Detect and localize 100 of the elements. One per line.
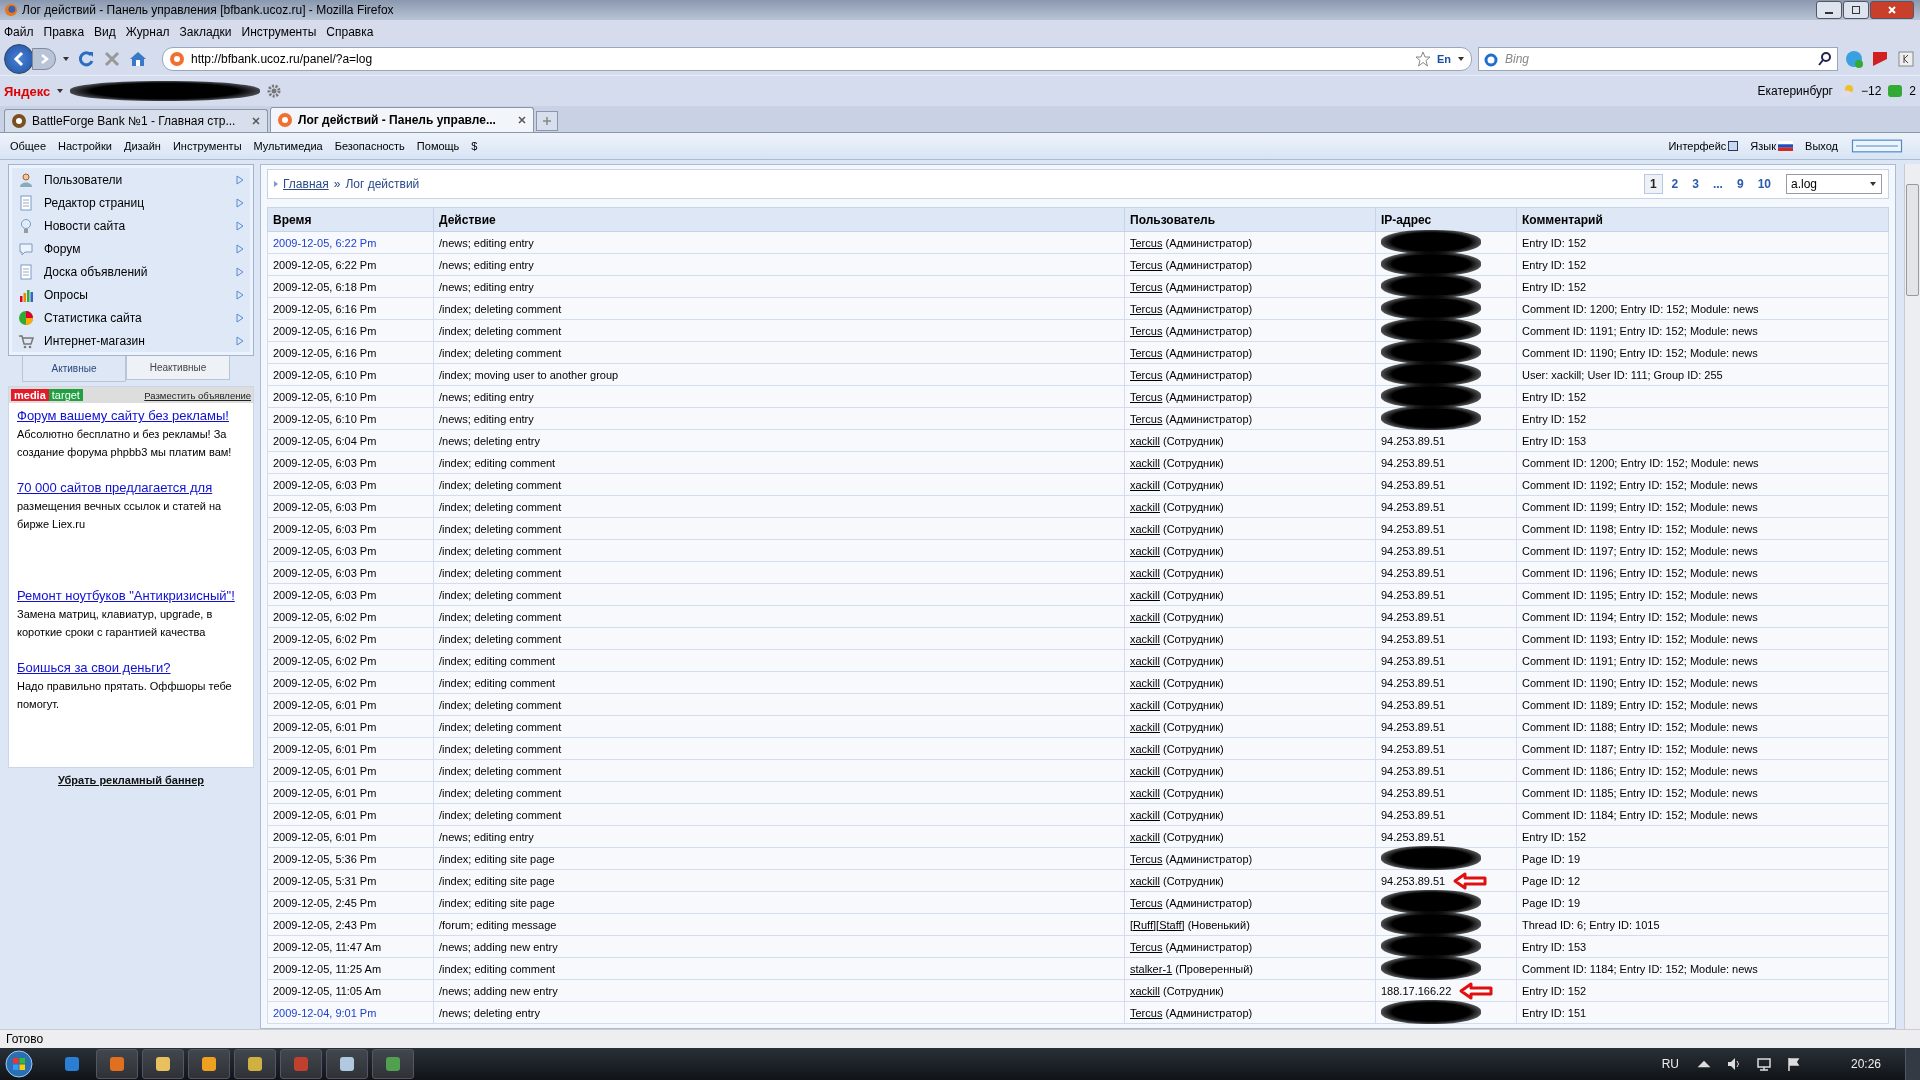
user-link[interactable]: xackill xyxy=(1130,566,1160,579)
user-link[interactable]: xackill xyxy=(1130,456,1160,469)
sidebar-item[interactable]: Интернет-магазин xyxy=(12,329,250,352)
user-link[interactable]: Tercus xyxy=(1130,896,1163,909)
user-link[interactable]: xackill xyxy=(1130,544,1160,557)
sort-dropdown[interactable]: a.log xyxy=(1786,174,1882,194)
sidebar-item[interactable]: Пользователи xyxy=(12,168,250,191)
flag-icon[interactable] xyxy=(1778,141,1794,151)
remove-banner-link[interactable]: Убрать рекламный баннер xyxy=(58,774,204,786)
user-link[interactable]: [Ruff][Staff] xyxy=(1130,918,1185,931)
admin-menu-item[interactable]: $ xyxy=(471,140,478,152)
user-link[interactable]: Tercus xyxy=(1130,280,1163,293)
user-link[interactable]: xackill xyxy=(1130,632,1160,645)
menu-item[interactable]: Журнал xyxy=(125,24,170,39)
reload-icon[interactable] xyxy=(76,49,96,69)
admin-menu-item[interactable]: Дизайн xyxy=(123,140,161,152)
address-field[interactable]: http://bfbank.ucoz.ru/panel/?a=log En xyxy=(162,47,1472,71)
square-icon[interactable] xyxy=(1728,141,1739,151)
close-icon[interactable] xyxy=(251,116,261,126)
admin-menu-item[interactable]: Настройки xyxy=(58,140,112,152)
user-link[interactable]: xackill xyxy=(1130,434,1160,447)
user-link[interactable]: xackill xyxy=(1130,742,1160,755)
user-link[interactable]: xackill xyxy=(1130,588,1160,601)
language-link[interactable]: Язык xyxy=(1750,140,1777,152)
network-icon[interactable] xyxy=(1755,1056,1772,1072)
sidebar-item[interactable]: Редактор страниц xyxy=(12,191,250,214)
page-link[interactable]: 3 xyxy=(1687,175,1704,193)
user-link[interactable]: xackill xyxy=(1130,698,1160,711)
page-link[interactable]: ... xyxy=(1707,175,1728,193)
browser-tab[interactable]: Лог действий - Панель управле... xyxy=(270,107,534,132)
menu-item[interactable]: Правка xyxy=(43,24,85,39)
admin-menu-item[interactable]: Инструменты xyxy=(172,140,242,152)
admin-menu-item[interactable]: Помощь xyxy=(416,140,460,152)
user-link[interactable]: xackill xyxy=(1130,808,1160,821)
sidebar-item[interactable]: Форум xyxy=(12,237,250,260)
city-label[interactable]: Екатеринбург xyxy=(1757,84,1833,98)
language-indicator[interactable]: En xyxy=(1436,53,1451,65)
ad-title-link[interactable]: Форум вашему сайту без рекламы! xyxy=(17,409,245,422)
minimize-button[interactable] xyxy=(1816,1,1842,19)
user-link[interactable]: xackill xyxy=(1130,610,1160,623)
user-link[interactable]: Tercus xyxy=(1130,852,1163,865)
admin-menu-item[interactable]: Общее xyxy=(10,140,47,152)
dropdown-caret-icon[interactable] xyxy=(62,55,70,63)
user-link[interactable]: Tercus xyxy=(1130,940,1163,953)
breadcrumb-link[interactable]: Главная xyxy=(283,177,329,191)
back-button[interactable] xyxy=(4,44,34,74)
flag-icon[interactable] xyxy=(1785,1056,1802,1072)
user-link[interactable]: Tercus xyxy=(1130,236,1163,249)
gear-icon[interactable] xyxy=(266,83,283,99)
start-button[interactable] xyxy=(4,1049,34,1079)
logout-link[interactable]: Выход xyxy=(1805,140,1838,152)
menu-item[interactable]: Файл xyxy=(4,24,34,39)
dropdown-caret-icon[interactable] xyxy=(56,87,65,95)
menu-item[interactable]: Инструменты xyxy=(241,24,317,39)
place-ad-link[interactable]: Разместить объявление xyxy=(144,389,251,401)
sidebar-item[interactable]: Доска объявлений xyxy=(12,260,250,283)
user-link[interactable]: Tercus xyxy=(1130,346,1163,359)
page-link[interactable]: 9 xyxy=(1731,175,1749,193)
maximize-button[interactable] xyxy=(1843,1,1869,19)
user-link[interactable]: xackill xyxy=(1130,720,1160,733)
user-link[interactable]: Tercus xyxy=(1130,324,1163,337)
close-icon[interactable] xyxy=(517,115,527,125)
page-link[interactable]: 10 xyxy=(1752,175,1776,193)
layout-width-icon[interactable] xyxy=(1850,139,1904,153)
admin-menu-item[interactable]: Безопасность xyxy=(334,140,405,152)
language-indicator[interactable]: RU xyxy=(1661,1057,1679,1071)
ad-network-logo[interactable]: media xyxy=(11,389,49,401)
user-link[interactable]: Tercus xyxy=(1130,368,1163,381)
user-link[interactable]: xackill xyxy=(1130,676,1160,689)
star-icon[interactable] xyxy=(1414,51,1431,67)
admin-menu-item[interactable]: Мультимедиа xyxy=(253,140,323,152)
sidebar-item[interactable]: Опросы xyxy=(12,283,250,306)
menu-item[interactable]: Закладки xyxy=(179,24,232,39)
user-link[interactable]: xackill xyxy=(1130,984,1160,997)
speaker-icon[interactable] xyxy=(1725,1056,1742,1072)
sidebar-item[interactable]: Новости сайта xyxy=(12,214,250,237)
sidebar-item[interactable]: Статистика сайта xyxy=(12,306,250,329)
user-link[interactable]: xackill xyxy=(1130,786,1160,799)
menu-item[interactable]: Вид xyxy=(94,24,116,39)
user-link[interactable]: xackill xyxy=(1130,830,1160,843)
dropdown-caret-icon[interactable] xyxy=(1457,55,1465,63)
user-link[interactable]: Tercus xyxy=(1130,1006,1163,1019)
user-link[interactable]: Tercus xyxy=(1130,412,1163,425)
user-link[interactable]: Tercus xyxy=(1130,390,1163,403)
user-link[interactable]: xackill xyxy=(1130,654,1160,667)
page-link[interactable]: 1 xyxy=(1643,174,1663,194)
user-link[interactable]: xackill xyxy=(1130,522,1160,535)
ad-title-link[interactable]: Боишься за свои деньги? xyxy=(17,661,245,674)
user-link[interactable]: stalker-1 xyxy=(1130,962,1173,975)
close-button[interactable] xyxy=(1870,1,1914,19)
user-link[interactable]: Tercus xyxy=(1130,302,1163,315)
user-link[interactable]: Tercus xyxy=(1130,258,1163,271)
page-link[interactable]: 2 xyxy=(1666,175,1684,193)
interface-link[interactable]: Интерфейс xyxy=(1668,140,1727,152)
home-icon[interactable] xyxy=(128,49,148,69)
user-link[interactable]: xackill xyxy=(1130,764,1160,777)
sidebar-tab[interactable]: Активные xyxy=(22,356,126,382)
ad-title-link[interactable]: Ремонт ноутбуков "Антикризисный"! xyxy=(17,589,245,602)
search-icon[interactable] xyxy=(1817,51,1833,67)
yandex-logo[interactable]: Яндекс xyxy=(4,83,51,99)
